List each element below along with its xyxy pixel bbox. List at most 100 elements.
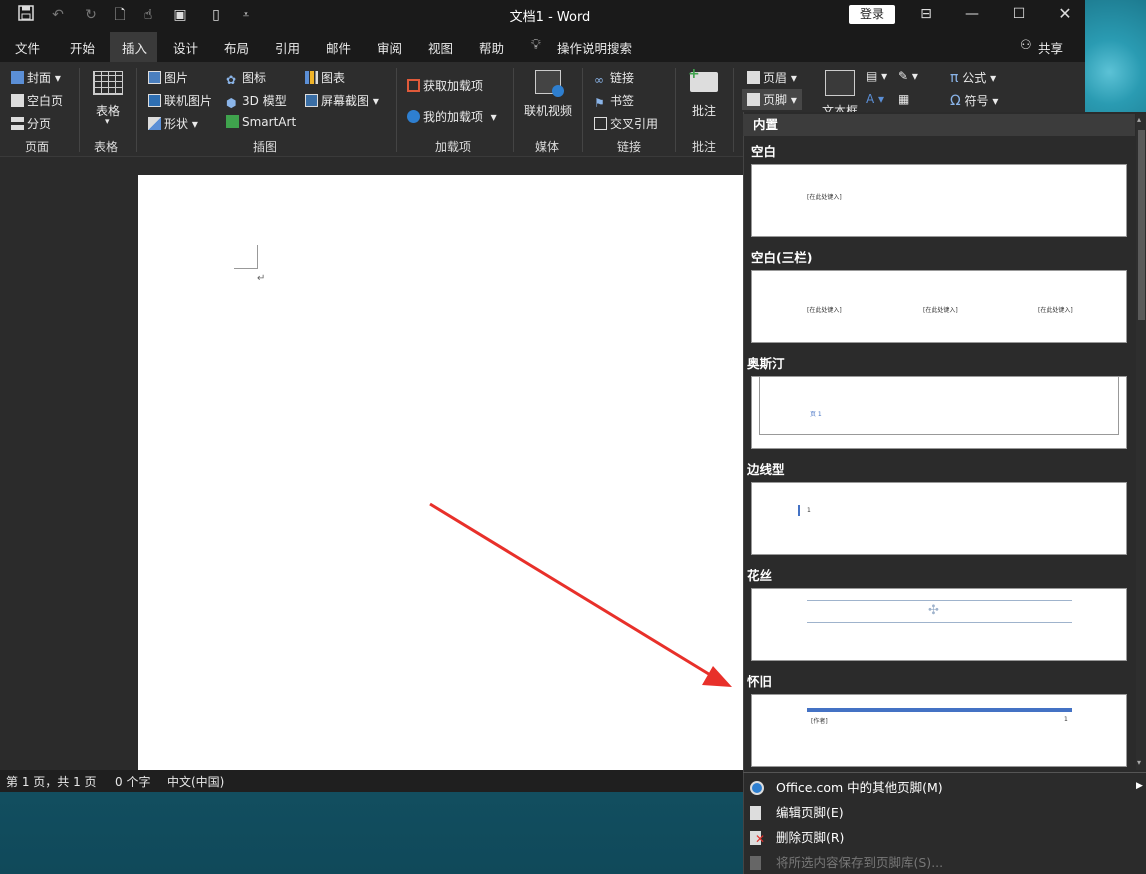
undo-icon[interactable]: ↶ — [48, 5, 68, 25]
language-indicator[interactable]: 中文(中国) — [167, 773, 224, 790]
comment-button[interactable]: 批注 — [692, 102, 716, 119]
new-document-icon[interactable]: 🗋 — [110, 5, 130, 25]
page-number-text: 1 — [807, 507, 811, 514]
date-time-icon[interactable]: ▦ — [898, 92, 909, 106]
paragraph-mark: ↵ — [257, 273, 266, 284]
icons-label: 图标 — [242, 71, 267, 85]
tab-view[interactable]: 视图 — [428, 38, 453, 58]
footer-option-sideline[interactable]: 1 — [751, 482, 1127, 555]
bookmark-button[interactable]: ⚑ 书签 — [594, 92, 635, 110]
tab-insert[interactable]: 插入 — [122, 38, 147, 58]
smartart-button[interactable]: SmartArt — [226, 115, 296, 129]
maximize-icon[interactable]: ☐ — [1007, 3, 1031, 25]
chart-button[interactable]: 图表 — [305, 69, 345, 86]
screenshot-icon — [305, 94, 318, 107]
print-preview-icon[interactable]: ▣ — [170, 5, 190, 25]
margin-corner-mark — [234, 245, 258, 269]
remove-footer-label: 删除页脚(R) — [776, 830, 845, 845]
scroll-down-icon[interactable]: ▾ — [1137, 758, 1141, 767]
minimize-icon[interactable]: — — [960, 3, 984, 25]
gallery-item-label: 奥斯汀 — [747, 356, 785, 371]
footer-option-blank-three-column[interactable]: [在此处键入] [在此处键入] [在此处键入] — [751, 270, 1127, 343]
share-button[interactable]: 共享 — [1038, 38, 1063, 58]
picture-button[interactable]: 图片 — [148, 69, 188, 86]
save-to-gallery-icon — [750, 856, 761, 870]
placeholder-text: [在此处键入] — [1038, 307, 1073, 314]
store-icon — [407, 79, 420, 92]
online-picture-button[interactable]: 联机图片 — [148, 92, 212, 109]
blank-page-button[interactable]: 空白页 — [11, 92, 63, 109]
table-dropdown-icon[interactable]: ▾ — [105, 117, 110, 127]
page-view-icon[interactable]: ▯ — [206, 5, 226, 25]
footer-option-filigree[interactable]: ✣ — [751, 588, 1127, 661]
footer-option-retrospect[interactable]: [作者] 1 — [751, 694, 1127, 767]
page-break-button[interactable]: 分页 — [11, 115, 51, 132]
word-count[interactable]: 0 个字 — [115, 773, 150, 790]
ribbon-display-options-icon[interactable]: ⊟ — [914, 3, 938, 25]
customize-quick-access-icon[interactable]: ⩡ — [236, 5, 256, 25]
edit-footer[interactable]: 编辑页脚(E) — [743, 801, 1146, 825]
remove-footer[interactable]: 删除页脚(R) — [743, 826, 1146, 850]
icons-button[interactable]: ✿ 图标 — [226, 69, 267, 87]
equation-button[interactable]: π 公式 ▾ — [950, 69, 996, 86]
signature-line-icon[interactable]: ✎ ▾ — [898, 69, 918, 83]
office-com-icon — [750, 781, 764, 795]
bookmark-label: 书签 — [610, 94, 635, 108]
more-footers-label: Office.com 中的其他页脚(M) — [776, 780, 943, 795]
cross-reference-button[interactable]: 交叉引用 — [594, 115, 658, 132]
screenshot-button[interactable]: 屏幕截图 ▾ — [305, 92, 379, 109]
gallery-item-label: 空白(三栏) — [751, 250, 813, 265]
close-icon[interactable]: ✕ — [1053, 3, 1077, 25]
symbol-label: 符号 — [964, 94, 989, 108]
3d-models-button[interactable]: ⬢ 3D 模型 — [226, 92, 287, 110]
tab-design[interactable]: 设计 — [173, 38, 198, 58]
gallery-item-label: 边线型 — [747, 462, 785, 477]
wordart-icon[interactable]: A ▾ — [866, 92, 884, 106]
scroll-up-icon[interactable]: ▴ — [1137, 115, 1141, 124]
gallery-scrollbar-thumb[interactable] — [1138, 130, 1145, 320]
link-button[interactable]: ∞ 链接 — [594, 69, 634, 87]
divider-line — [807, 600, 1072, 601]
login-button[interactable]: 登录 — [849, 5, 895, 24]
tab-file[interactable]: 文件 — [15, 38, 40, 58]
tab-home[interactable]: 开始 — [70, 38, 95, 58]
more-footers-from-office-com[interactable]: Office.com 中的其他页脚(M) — [743, 776, 1146, 800]
footer-option-blank[interactable]: [在此处键入] — [751, 164, 1127, 237]
blank-page-label: 空白页 — [27, 94, 64, 108]
footer-option-austin[interactable]: 页 1 — [751, 376, 1127, 449]
tab-references[interactable]: 引用 — [275, 38, 300, 58]
online-picture-icon — [148, 94, 161, 107]
smartart-icon — [226, 115, 239, 128]
addins-icon — [407, 110, 420, 123]
header-button[interactable]: 页眉 ▾ — [747, 69, 797, 86]
footer-button[interactable]: 页脚 ▾ — [742, 89, 802, 110]
textbox-icon[interactable] — [825, 70, 855, 96]
tab-layout[interactable]: 布局 — [224, 38, 249, 58]
tell-me-search[interactable]: 操作说明搜索 — [557, 38, 632, 58]
ribbon-divider — [513, 68, 514, 152]
save-icon[interactable] — [16, 5, 36, 25]
shapes-button[interactable]: 形状 ▾ — [148, 115, 198, 132]
online-video-button[interactable]: 联机视频 — [524, 102, 572, 119]
comment-icon[interactable]: + — [688, 66, 718, 92]
symbol-button[interactable]: Ω 符号 ▾ — [950, 92, 998, 109]
ribbon-divider — [79, 68, 80, 152]
quick-parts-icon[interactable]: ▤ ▾ — [866, 69, 887, 83]
touch-mode-icon[interactable]: ☝ — [138, 5, 158, 25]
tab-review[interactable]: 审阅 — [377, 38, 402, 58]
document-page[interactable]: ↵ — [138, 175, 743, 770]
online-video-icon[interactable] — [535, 70, 564, 97]
redo-icon[interactable]: ↻ — [81, 5, 101, 25]
cover-page-icon — [11, 71, 24, 84]
my-addins-button[interactable]: 我的加载项 ▾ — [407, 108, 497, 125]
group-label-links: 链接 — [617, 140, 642, 154]
page-count[interactable]: 第 1 页，共 1 页 — [6, 773, 97, 790]
author-placeholder: [作者] — [811, 718, 828, 725]
tab-help[interactable]: 帮助 — [479, 38, 504, 58]
table-icon[interactable] — [93, 71, 123, 95]
lightbulb-icon: 💡︎ — [531, 37, 541, 53]
picture-icon — [148, 71, 161, 84]
cover-page-button[interactable]: 封面 ▾ — [11, 69, 61, 86]
get-addins-button[interactable]: 获取加载项 — [407, 77, 483, 94]
tab-mailings[interactable]: 邮件 — [326, 38, 351, 58]
